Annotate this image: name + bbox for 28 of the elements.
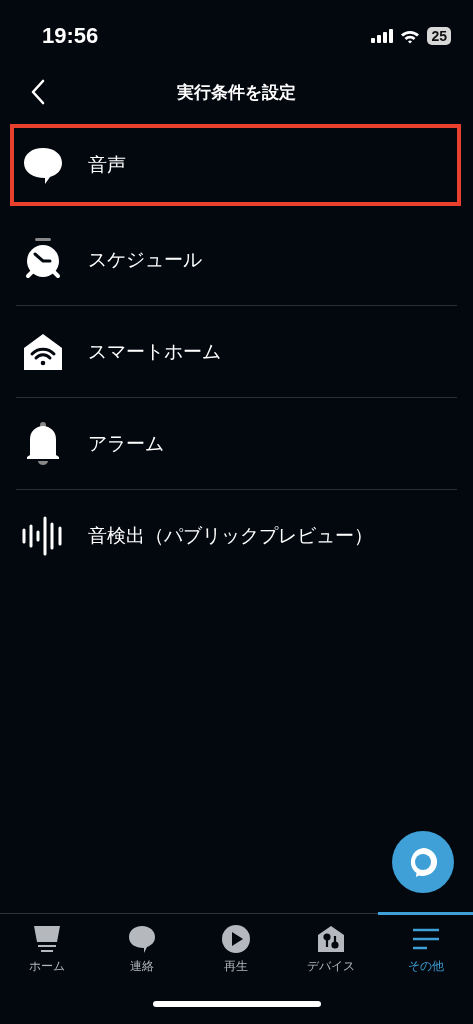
smart-home-icon xyxy=(22,331,64,372)
highlighted-list-item[interactable]: 音声 xyxy=(10,124,461,206)
list-item[interactable]: アラーム xyxy=(16,398,457,490)
battery-indicator: 25 xyxy=(427,27,451,45)
speech-bubble-icon xyxy=(126,924,157,954)
item-label: アラーム xyxy=(88,431,164,456)
wifi-icon xyxy=(400,28,421,44)
nav-tab[interactable]: その他 xyxy=(378,912,473,984)
home-device-icon xyxy=(32,924,63,954)
back-icon[interactable] xyxy=(31,79,45,105)
smart-home-icon xyxy=(316,924,347,954)
play-icon xyxy=(221,924,252,954)
nav-tab[interactable]: ホーム xyxy=(0,912,95,984)
page-title: 実行条件を設定 xyxy=(177,81,296,104)
nav-tab[interactable]: 再生 xyxy=(189,912,284,984)
item-label: 音声 xyxy=(88,153,126,177)
nav-tab[interactable]: 連絡 xyxy=(94,912,190,984)
signal-icon xyxy=(371,29,394,43)
list-item[interactable]: 音検出（パブリックプレビュー） xyxy=(16,490,457,582)
sound-wave-icon xyxy=(22,515,64,557)
status-time: 19:56 xyxy=(42,23,99,49)
list-item[interactable]: スケジュール xyxy=(16,214,457,306)
item-label: スマートホーム xyxy=(88,339,221,364)
item-label: 音検出（パブリックプレビュー） xyxy=(88,524,373,548)
list-item[interactable]: スマートホーム xyxy=(16,306,457,398)
nav-tab[interactable]: デバイス xyxy=(283,912,379,984)
speech-bubble-icon xyxy=(22,145,64,185)
item-label: スケジュール xyxy=(88,247,202,272)
